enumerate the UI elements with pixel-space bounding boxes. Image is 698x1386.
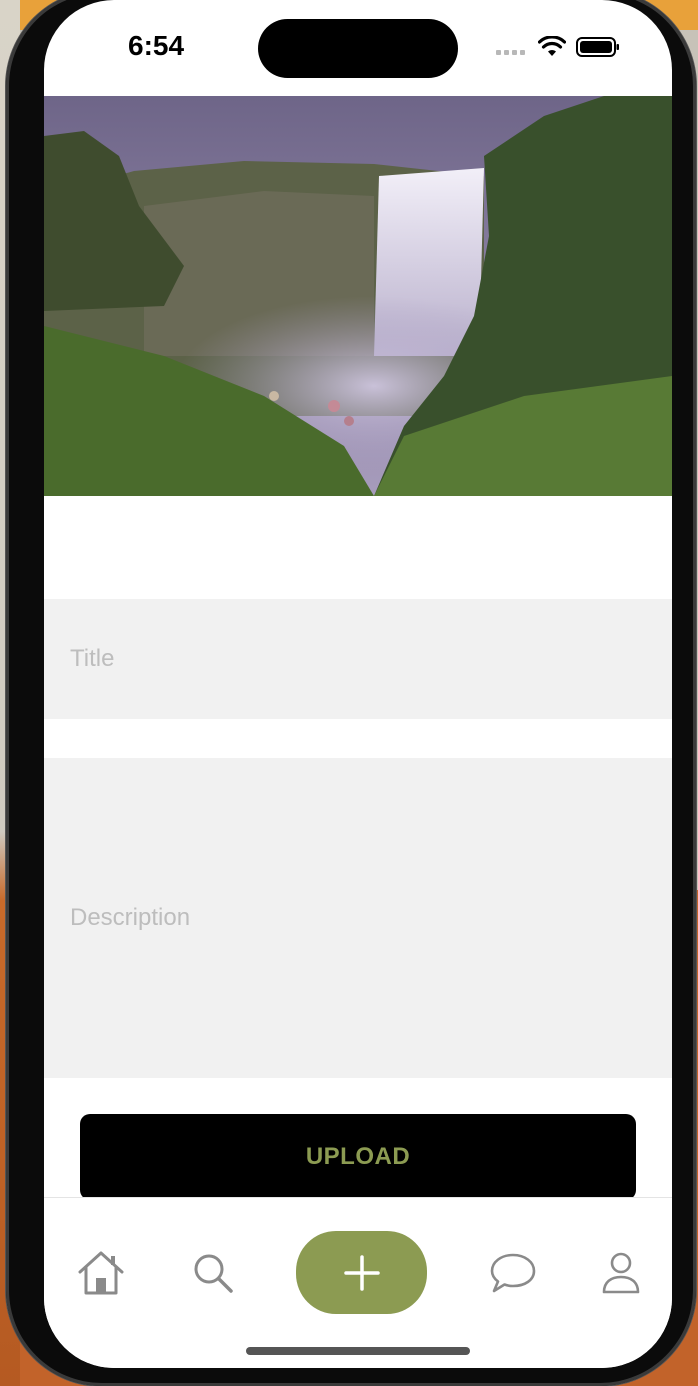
search-icon <box>194 1254 233 1293</box>
plus-icon <box>343 1254 380 1291</box>
title-placeholder: Title <box>70 645 115 672</box>
title-input[interactable]: Title <box>44 599 672 719</box>
tab-profile[interactable] <box>594 1246 648 1300</box>
description-input[interactable]: Description <box>44 758 672 1078</box>
home-indicator[interactable] <box>246 1347 470 1355</box>
wifi-icon <box>538 36 566 56</box>
tab-bar <box>44 1197 672 1368</box>
app-screen: 6:54 Title Description UPLOAD <box>44 0 672 1368</box>
status-time: 6:54 <box>128 30 185 61</box>
cellular-signal-icon <box>496 50 525 55</box>
tab-home[interactable] <box>74 1246 128 1300</box>
tab-search[interactable] <box>186 1246 240 1300</box>
upload-button[interactable]: UPLOAD <box>80 1114 636 1200</box>
battery-icon <box>576 37 619 57</box>
status-bar: 6:54 <box>44 0 672 96</box>
chat-bubble-icon <box>490 1253 536 1293</box>
selected-photo[interactable] <box>44 96 672 496</box>
home-icon <box>78 1251 124 1295</box>
tab-messages[interactable] <box>486 1246 540 1300</box>
person-icon <box>602 1252 640 1294</box>
dynamic-island <box>258 19 458 78</box>
description-placeholder: Description <box>70 904 191 931</box>
tab-add[interactable] <box>296 1231 427 1314</box>
phone-frame: 6:54 Title Description UPLOAD <box>6 0 696 1386</box>
